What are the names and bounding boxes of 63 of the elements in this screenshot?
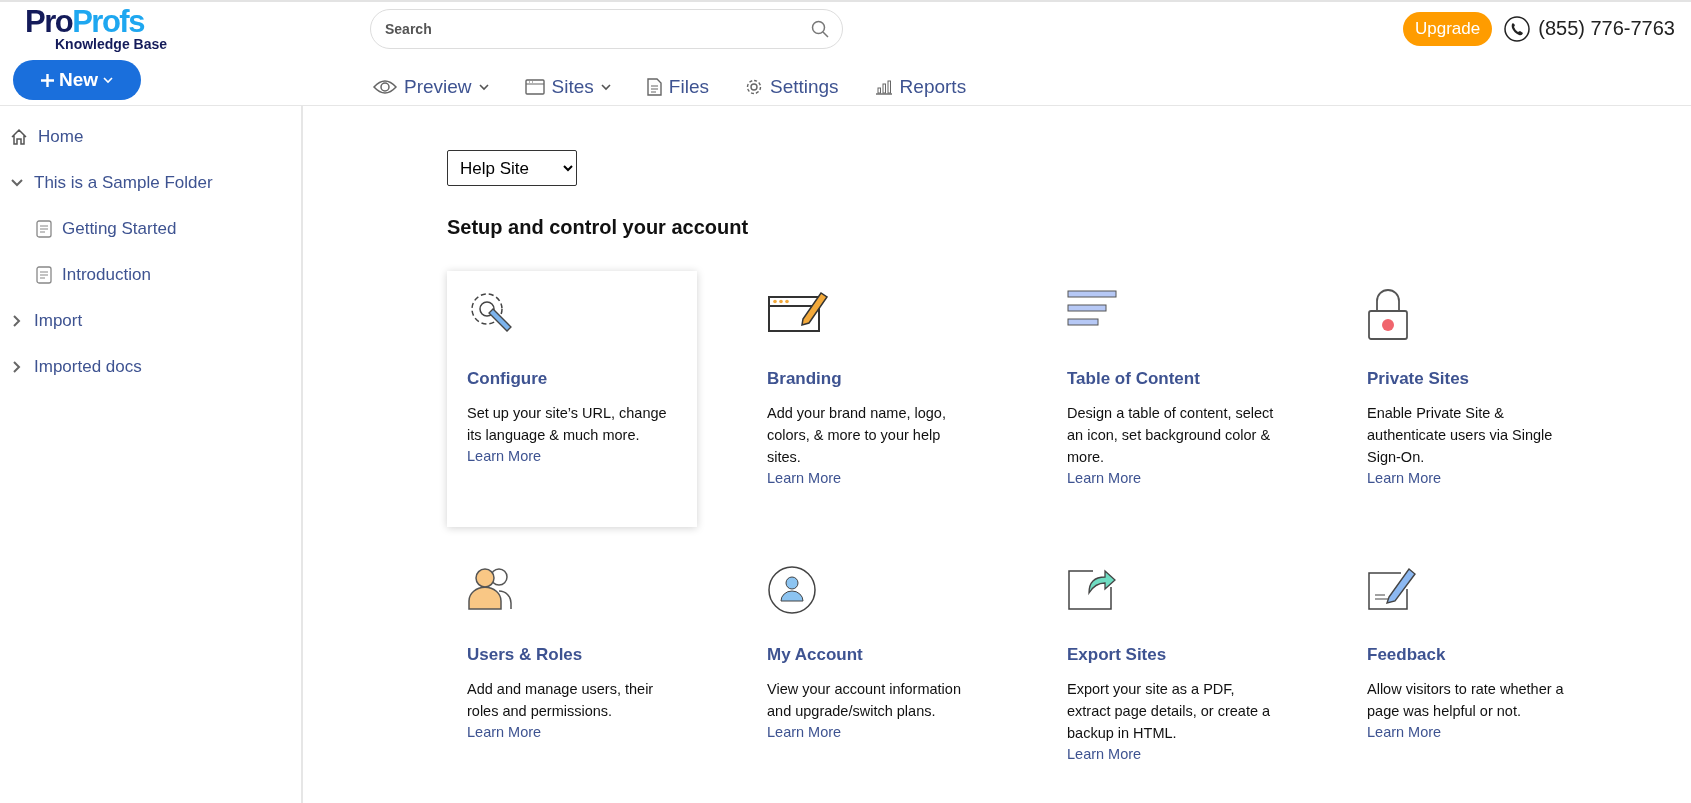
card-description: Add your brand name, logo, colors, & more to your help sites. [767,404,947,467]
caret-icon [103,76,114,84]
eye-icon [373,79,397,96]
learn-more-link[interactable]: Learn More [767,470,842,486]
nav-link[interactable]: Files [646,76,709,99]
users-icon [467,565,515,611]
padlock-icon [1367,289,1409,341]
card-title: Table of Content [1067,369,1200,389]
card-description: Allow visitors to rate whether a page was helpful or not. [1367,680,1565,721]
card-title: Configure [467,369,548,389]
learn-more-link[interactable]: Learn More [467,448,542,464]
document-icon [36,220,52,238]
card-title: Private Sites [1367,369,1470,389]
card-title: My Account [767,645,863,665]
learn-more-link[interactable]: Learn More [1067,470,1142,486]
card-title: Branding [767,369,842,389]
browser-window-icon [524,79,545,96]
card-title: Users & Roles [467,645,583,665]
card-title: Feedback [1367,645,1446,665]
caret-icon [600,83,611,91]
card-description: Enable Private Site & authenticate users via Single Sign-On. [1367,404,1554,467]
learn-more-link[interactable]: Learn More [467,724,542,740]
note-pencil-icon [1367,565,1417,611]
card-description: Set up your site’s URL, change its language & much more. [467,404,668,445]
logo-wordmark: ProProfs [25,7,144,36]
new-button[interactable]: New [13,60,141,101]
search-field[interactable]: Search [370,8,843,49]
logo-subtitle: Knowledge Base [55,35,168,52]
learn-more-link[interactable]: Learn More [1067,746,1142,762]
folder-item[interactable]: This is a Sample Folder [0,160,301,206]
text-lines-icon [1067,289,1119,329]
user-circle-icon [767,565,817,615]
sidebar-item[interactable]: Home [0,114,301,160]
folder-item[interactable]: Import [0,298,301,344]
nav-link[interactable]: Reports [874,76,967,99]
nav-link[interactable]: Preview [373,76,489,99]
home-icon [10,128,28,146]
learn-more-link[interactable]: Learn More [1367,470,1442,486]
settings-icon [744,78,763,97]
document-icon [36,266,52,284]
nav-link[interactable]: Settings [744,76,839,99]
folder-item[interactable]: Imported docs [0,344,301,390]
nav-link[interactable]: Sites [524,76,611,99]
site-select[interactable]: Help Site [447,150,577,186]
learn-more-link[interactable]: Learn More [1367,724,1442,740]
phone-number: (855) 776-7763 [1538,17,1675,41]
phone-icon [1504,15,1531,42]
card-title: Export Sites [1067,645,1167,665]
card-description: Design a table of content, select an icon, set background color & more. [1067,404,1275,467]
sidebar-item[interactable]: Getting Started [0,206,301,252]
browser-pencil-icon [767,289,829,333]
plus-icon [40,73,54,87]
search-icon [811,19,829,38]
card-description: View your account information and upgrade/switch plans. [767,680,962,721]
bar-chart-icon [874,79,893,96]
settings-card[interactable]: Configure Set up your site’s URL, change its language & much more. Learn More [447,271,697,527]
document-icon [646,78,662,97]
caret-icon [478,83,489,91]
card-description: Export your site as a PDF, extract page details, or create a backup in HTML. [1067,680,1272,743]
section-heading: Setup and control your account [447,216,750,239]
sidebar-item[interactable]: Introduction [0,252,301,298]
learn-more-link[interactable]: Learn More [767,724,842,740]
card-description: Add and manage users, their roles and permissions. [467,680,655,721]
